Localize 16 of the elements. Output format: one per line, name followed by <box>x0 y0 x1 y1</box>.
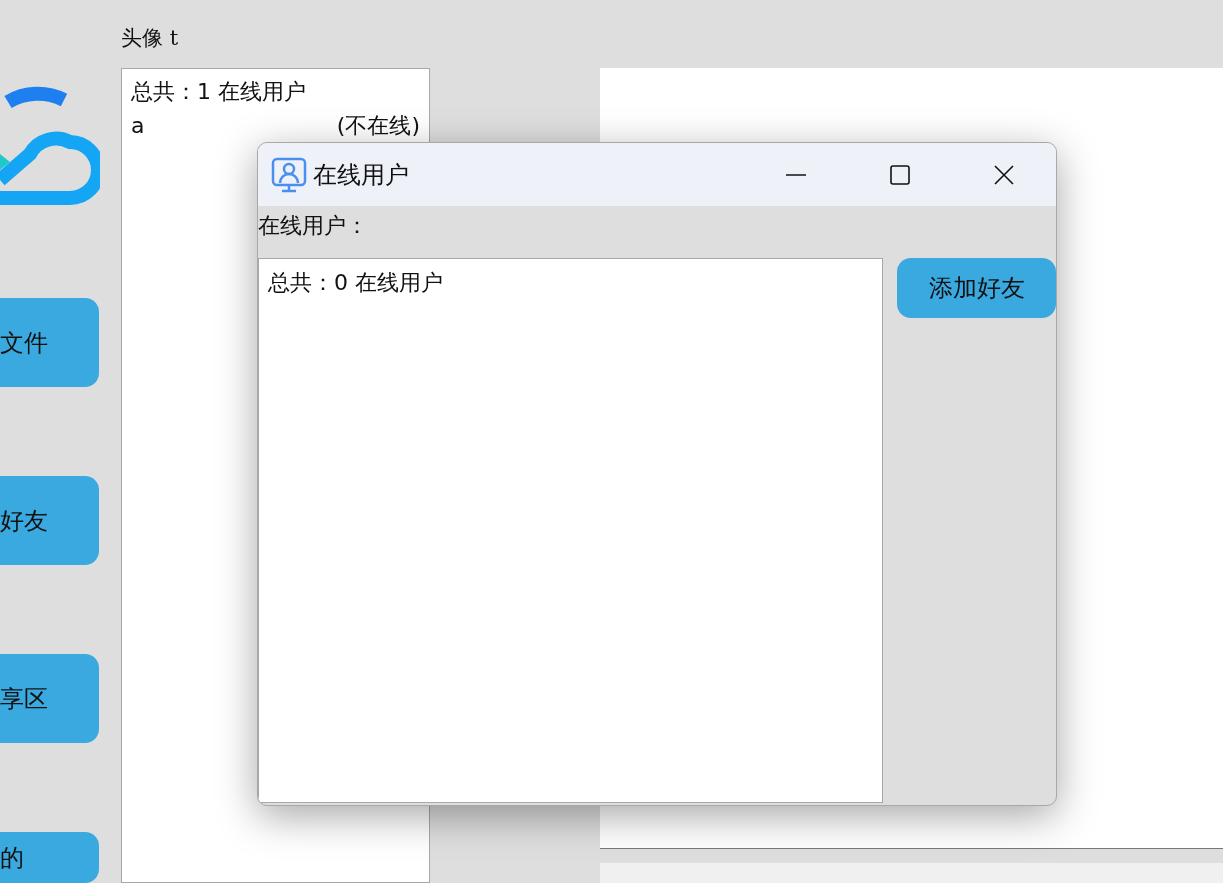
minimize-icon <box>785 173 807 176</box>
nav-button[interactable]: 好友 <box>0 476 99 565</box>
maximize-icon <box>889 163 911 186</box>
user-name[interactable]: a <box>131 109 145 143</box>
user-status: (不在线) <box>336 112 420 140</box>
nav-button[interactable]: 文件 <box>0 298 99 387</box>
nav-button[interactable]: 享区 <box>0 654 99 743</box>
list-summary: 总共：1 在线用户 <box>131 78 306 106</box>
user-monitor-icon <box>271 156 307 193</box>
add-friend-button[interactable]: 添加好友 <box>897 258 1056 318</box>
window-title: 在线用户 <box>313 159 410 191</box>
nav-button[interactable]: 的 <box>0 832 99 883</box>
section-label: 在线用户： <box>258 212 369 240</box>
close-icon <box>993 163 1015 186</box>
avatar-label: 头像 t <box>121 25 180 52</box>
list-summary: 总共：0 在线用户 <box>268 270 443 295</box>
